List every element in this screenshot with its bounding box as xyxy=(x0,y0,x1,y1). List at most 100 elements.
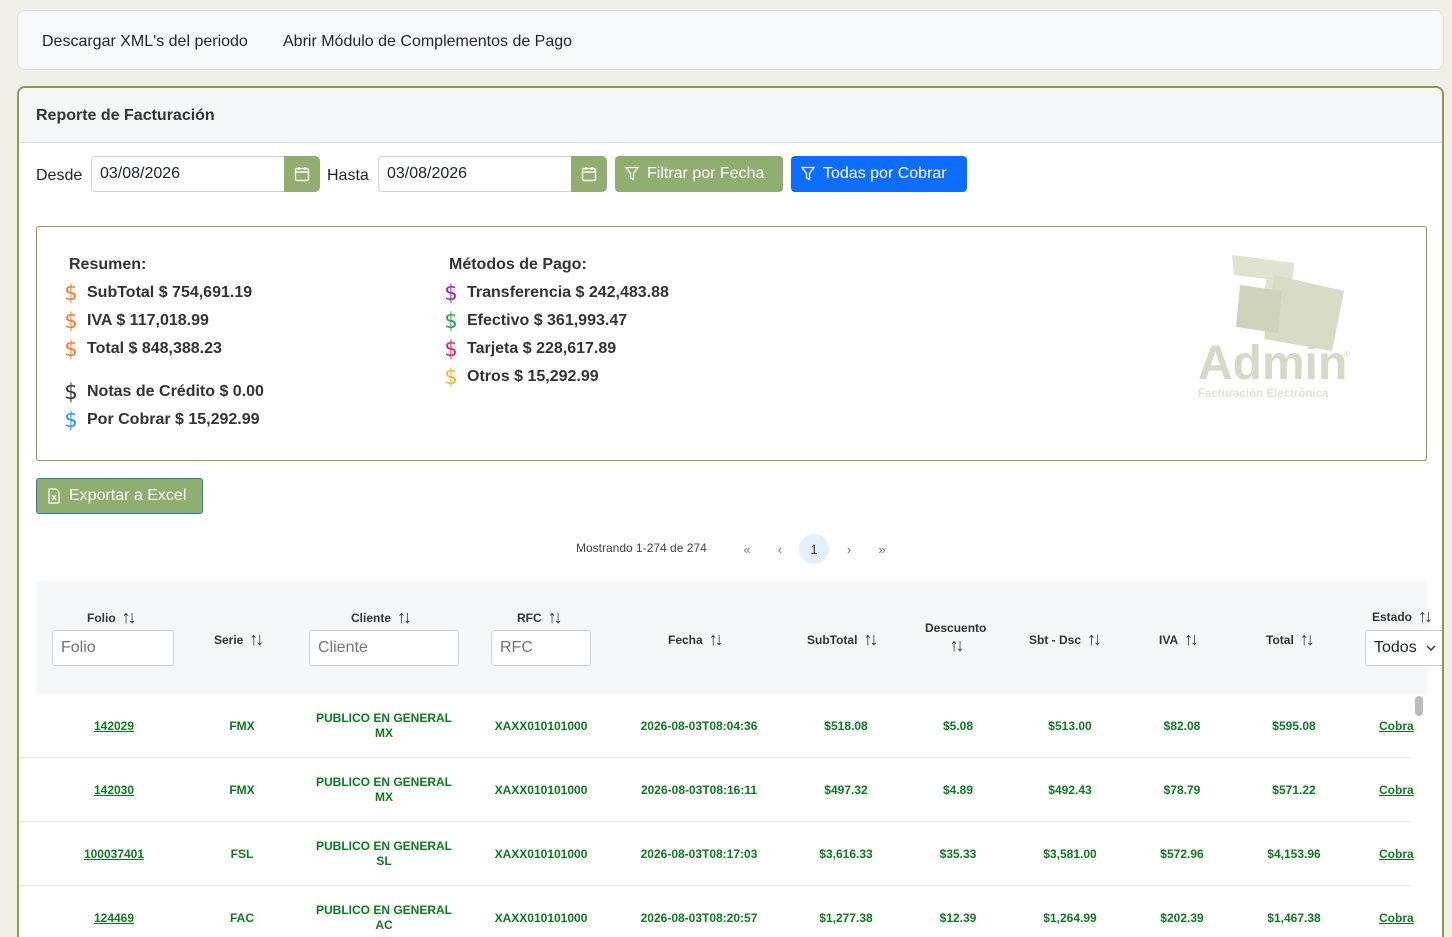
desde-calendar-button[interactable] xyxy=(284,156,320,192)
export-excel-button[interactable]: Exportar a Excel xyxy=(36,478,203,514)
sort-icon[interactable]: ↑↓ xyxy=(950,635,965,656)
rfc-cell: XAXX010101000 xyxy=(494,846,588,861)
total-header[interactable]: Total ↑↓ xyxy=(1266,629,1315,650)
sort-icon[interactable]: ↑↓ xyxy=(863,629,878,650)
tarjeta-summary: $ Tarjeta $ 228,617.89 xyxy=(443,337,616,361)
cliente-name: PUBLICO EN GENERAL xyxy=(315,903,452,917)
filter-by-date-label: Filtrar por Fecha xyxy=(647,165,765,182)
efectivo-value: Efectivo $ 361,993.47 xyxy=(467,312,628,329)
desde-label: Desde xyxy=(36,167,83,184)
serie-cell: FMX xyxy=(229,782,255,797)
cliente-filter-input[interactable] xyxy=(309,630,459,666)
payment-complements-link[interactable]: Abrir Módulo de Complementos de Pago xyxy=(283,33,572,51)
sort-icon[interactable]: ↑↓ xyxy=(397,607,412,628)
all-receivable-label: Todas por Cobrar xyxy=(823,165,947,182)
descuento-header[interactable]: Descuento ↑↓ xyxy=(925,621,986,656)
dollar-icon: $ xyxy=(64,309,78,333)
summary-panel: Resumen: $ SubTotal $ 754,691.19 $ IVA $… xyxy=(36,226,1427,461)
serie-header-label: Serie xyxy=(214,632,244,647)
estado-header-label: Estado xyxy=(1372,609,1413,624)
sort-icon[interactable]: ↑↓ xyxy=(249,629,264,650)
subtotal-header[interactable]: SubTotal ↑↓ xyxy=(807,629,878,650)
iva-header-label: IVA xyxy=(1159,632,1179,647)
folio-filter-input[interactable] xyxy=(52,630,174,666)
subtotal-value: SubTotal $ 754,691.19 xyxy=(87,284,253,301)
total-cell: $1,467.38 xyxy=(1267,910,1321,925)
descuento-header-label: Descuento xyxy=(925,621,987,635)
admin-logo: Admin ® Facturación Electrónica xyxy=(1198,255,1350,400)
table-row: 124469 FAC PUBLICO EN GENERAL AC XAXX0101010… xyxy=(19,886,1414,937)
filter-icon xyxy=(801,166,815,181)
table-row: 142029 FMX PUBLICO EN GENERAL MX XAXX0101010… xyxy=(19,694,1414,758)
total-cell: $4,153.96 xyxy=(1267,846,1321,861)
estado-cell[interactable]: Cobra xyxy=(1379,822,1439,886)
cliente-suffix: AC xyxy=(375,918,393,932)
estado-header[interactable]: Estado ↑↓ xyxy=(1372,606,1433,627)
desde-date-input[interactable] xyxy=(91,156,286,192)
table-scrollbar[interactable] xyxy=(1415,696,1423,716)
fecha-header[interactable]: Fecha ↑↓ xyxy=(668,629,724,650)
table-row: 100037401 FSL PUBLICO EN GENERAL SL XAXX0101… xyxy=(19,822,1414,886)
folio-header[interactable]: Folio ↑↓ xyxy=(87,607,137,628)
dollar-icon: $ xyxy=(444,337,458,361)
last-page-button[interactable]: » xyxy=(867,534,897,564)
cliente-cell: PUBLICO EN GENERAL MX xyxy=(309,758,459,822)
estado-filter-value: Todos xyxy=(1374,639,1417,656)
rfc-header[interactable]: RFC ↑↓ xyxy=(517,607,563,628)
folio-header-label: Folio xyxy=(87,610,116,625)
transferencia-value: Transferencia $ 242,483.88 xyxy=(467,284,669,301)
rfc-cell: XAXX010101000 xyxy=(494,718,588,733)
sort-icon[interactable]: ↑↓ xyxy=(709,629,724,650)
next-page-button[interactable]: › xyxy=(834,534,864,564)
sort-icon[interactable]: ↑↓ xyxy=(1418,606,1433,627)
chevron-down-icon xyxy=(1426,645,1436,651)
subtotal-header-label: SubTotal xyxy=(807,632,858,647)
prev-page-button[interactable]: ‹ xyxy=(765,534,795,564)
dollar-icon: $ xyxy=(64,281,78,305)
hasta-calendar-button[interactable] xyxy=(571,156,607,192)
first-page-button[interactable]: « xyxy=(732,534,762,564)
sbt-dsc-header-label: Sbt - Dsc xyxy=(1029,632,1082,647)
sort-icon[interactable]: ↑↓ xyxy=(1087,629,1102,650)
dollar-icon: $ xyxy=(64,380,78,404)
all-receivable-button[interactable]: Todas por Cobrar xyxy=(791,156,967,192)
iva-header[interactable]: IVA ↑↓ xyxy=(1159,629,1199,650)
cliente-header-label: Cliente xyxy=(351,610,392,625)
page-title: Reporte de Facturación xyxy=(36,107,215,124)
cliente-header[interactable]: Cliente ↑↓ xyxy=(351,607,412,628)
pager-summary: Mostrando 1-274 de 274 xyxy=(576,541,707,555)
estado-filter-select[interactable]: Todos xyxy=(1365,630,1442,666)
filter-icon xyxy=(625,166,639,181)
sort-icon[interactable]: ↑↓ xyxy=(548,607,563,628)
report-card: Reporte de Facturación Desde Hasta Filtr… xyxy=(17,86,1444,937)
sort-icon[interactable]: ↑↓ xyxy=(122,607,137,628)
sort-icon[interactable]: ↑↓ xyxy=(1300,629,1315,650)
hasta-label: Hasta xyxy=(327,167,369,184)
export-excel-label: Exportar a Excel xyxy=(69,487,187,504)
otros-value: Otros $ 15,292.99 xyxy=(467,368,599,385)
transferencia-summary: $ Transferencia $ 242,483.88 xyxy=(443,281,669,305)
hasta-date-input[interactable] xyxy=(378,156,573,192)
dollar-icon: $ xyxy=(64,408,78,432)
fecha-cell: 2026-08-03T08:04:36 xyxy=(640,718,758,733)
notas-summary: $ Notas de Crédito $ 0.00 xyxy=(63,380,264,404)
sort-icon[interactable]: ↑↓ xyxy=(1184,629,1199,650)
logo-mark: ® xyxy=(1344,350,1350,359)
sbt-dsc-header[interactable]: Sbt - Dsc ↑↓ xyxy=(1029,629,1102,650)
iva-summary: $ IVA $ 117,018.99 xyxy=(63,309,209,333)
serie-header[interactable]: Serie ↑↓ xyxy=(214,629,264,650)
fecha-cell: 2026-08-03T08:17:03 xyxy=(640,846,758,861)
fecha-cell: 2026-08-03T08:16:11 xyxy=(640,782,758,797)
rfc-filter-input[interactable] xyxy=(491,630,591,666)
estado-cell[interactable]: Cobra xyxy=(1379,758,1439,822)
cliente-cell: PUBLICO EN GENERAL MX xyxy=(309,694,459,758)
total-header-label: Total xyxy=(1266,632,1294,647)
page-1-button[interactable]: 1 xyxy=(799,534,829,564)
filter-by-date-button[interactable]: Filtrar por Fecha xyxy=(615,156,783,192)
tarjeta-value: Tarjeta $ 228,617.89 xyxy=(467,340,617,357)
download-xml-link[interactable]: Descargar XML's del periodo xyxy=(42,33,248,51)
por-cobrar-value: Por Cobrar $ 15,292.99 xyxy=(87,411,260,428)
estado-cell[interactable]: Cobra xyxy=(1379,694,1439,758)
table-row: 142030 FMX PUBLICO EN GENERAL MX XAXX0101010… xyxy=(19,758,1414,822)
estado-cell[interactable]: Cobra xyxy=(1379,886,1439,937)
